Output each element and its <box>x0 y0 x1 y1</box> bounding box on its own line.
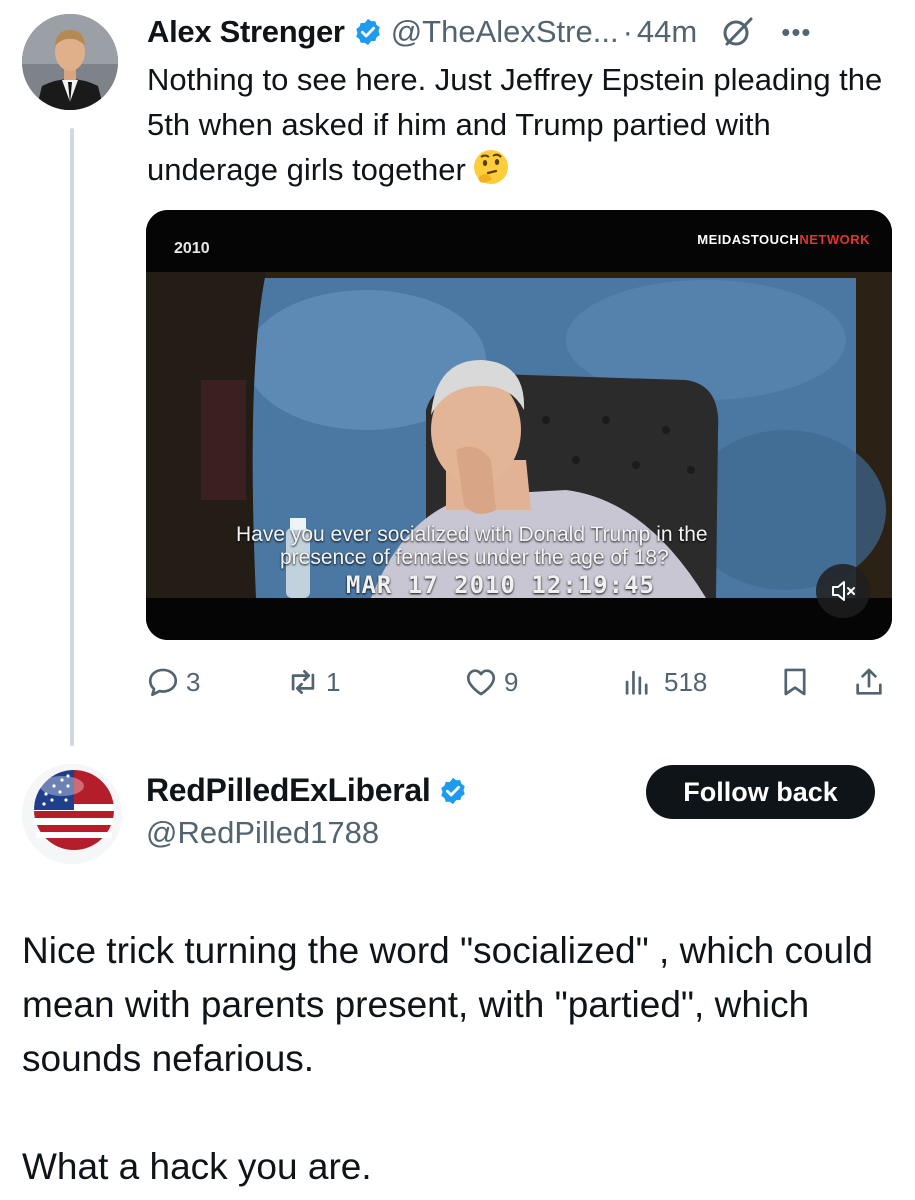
author-handle[interactable]: @TheAlexStre... <box>391 14 619 50</box>
post-time[interactable]: 44m <box>637 14 697 50</box>
mute-icon <box>832 581 855 601</box>
views-count: 518 <box>664 666 708 697</box>
repost-count: 1 <box>326 666 341 697</box>
grok-icon[interactable] <box>721 15 755 49</box>
verified-badge-icon <box>438 776 468 806</box>
like-count: 9 <box>504 666 519 697</box>
views-button[interactable]: 518 <box>620 660 707 704</box>
follow-back-button[interactable]: Follow back <box>646 765 875 819</box>
tweet-header: Alex Strenger @TheAlexStre... · 44m ••• <box>147 12 812 52</box>
tweet-text: Nothing to see here. Just Jeffrey Epstei… <box>147 57 887 192</box>
share-icon <box>856 668 882 695</box>
like-icon <box>466 669 496 696</box>
subtitle-line-2: presence of females under the age of 18? <box>280 546 669 569</box>
bookmark-button[interactable] <box>778 660 812 704</box>
reply-text: Nice trick turning the word "socialized"… <box>22 930 873 1079</box>
brand-accent: NETWORK <box>799 232 870 247</box>
views-icon <box>625 670 648 695</box>
author-name[interactable]: Alex Strenger <box>147 14 345 50</box>
avatar[interactable] <box>22 14 118 110</box>
subtitle-line-1: Have you ever socialized with Donald Tru… <box>236 523 708 546</box>
reply-icon <box>148 668 178 697</box>
thread-connector-line <box>70 128 74 746</box>
repost-button[interactable]: 1 <box>286 660 340 704</box>
repost-icon <box>291 670 315 694</box>
avatar[interactable] <box>22 764 122 864</box>
more-icon[interactable]: ••• <box>781 19 811 45</box>
reply-user-handle[interactable]: @RedPilled1788 <box>146 815 379 851</box>
mute-button[interactable] <box>816 564 870 618</box>
share-button[interactable] <box>852 660 886 704</box>
thinking-face-emoji <box>472 148 510 186</box>
separator-dot: · <box>622 14 633 49</box>
video-brand-watermark: MEIDASTOUCHNETWORK <box>697 232 870 247</box>
tweet-action-bar: 3 1 9 518 <box>146 660 890 704</box>
brand-primary: MEIDASTOUCH <box>697 232 800 247</box>
video-player[interactable]: 2010 MEIDASTOUCHNETWORK Have you ever so… <box>146 210 892 640</box>
reply-count: 3 <box>186 666 201 697</box>
reply-user-name-row: RedPilledExLiberal <box>146 772 476 809</box>
reply-user-name[interactable]: RedPilledExLiberal <box>146 772 431 809</box>
bookmark-icon <box>784 668 806 696</box>
video-subtitle: Have you ever socialized with Donald Tru… <box>236 523 836 569</box>
reply-button[interactable]: 3 <box>146 660 200 704</box>
tweet-text-content: Nothing to see here. Just Jeffrey Epstei… <box>147 62 883 187</box>
video-year-label: 2010 <box>174 240 210 257</box>
like-button[interactable]: 9 <box>464 660 518 704</box>
reply-text-closing: What a hack you are. <box>22 1146 372 1187</box>
video-timestamp: MAR 17 2010 12:19:45 <box>346 571 655 599</box>
verified-badge-icon <box>353 17 383 47</box>
